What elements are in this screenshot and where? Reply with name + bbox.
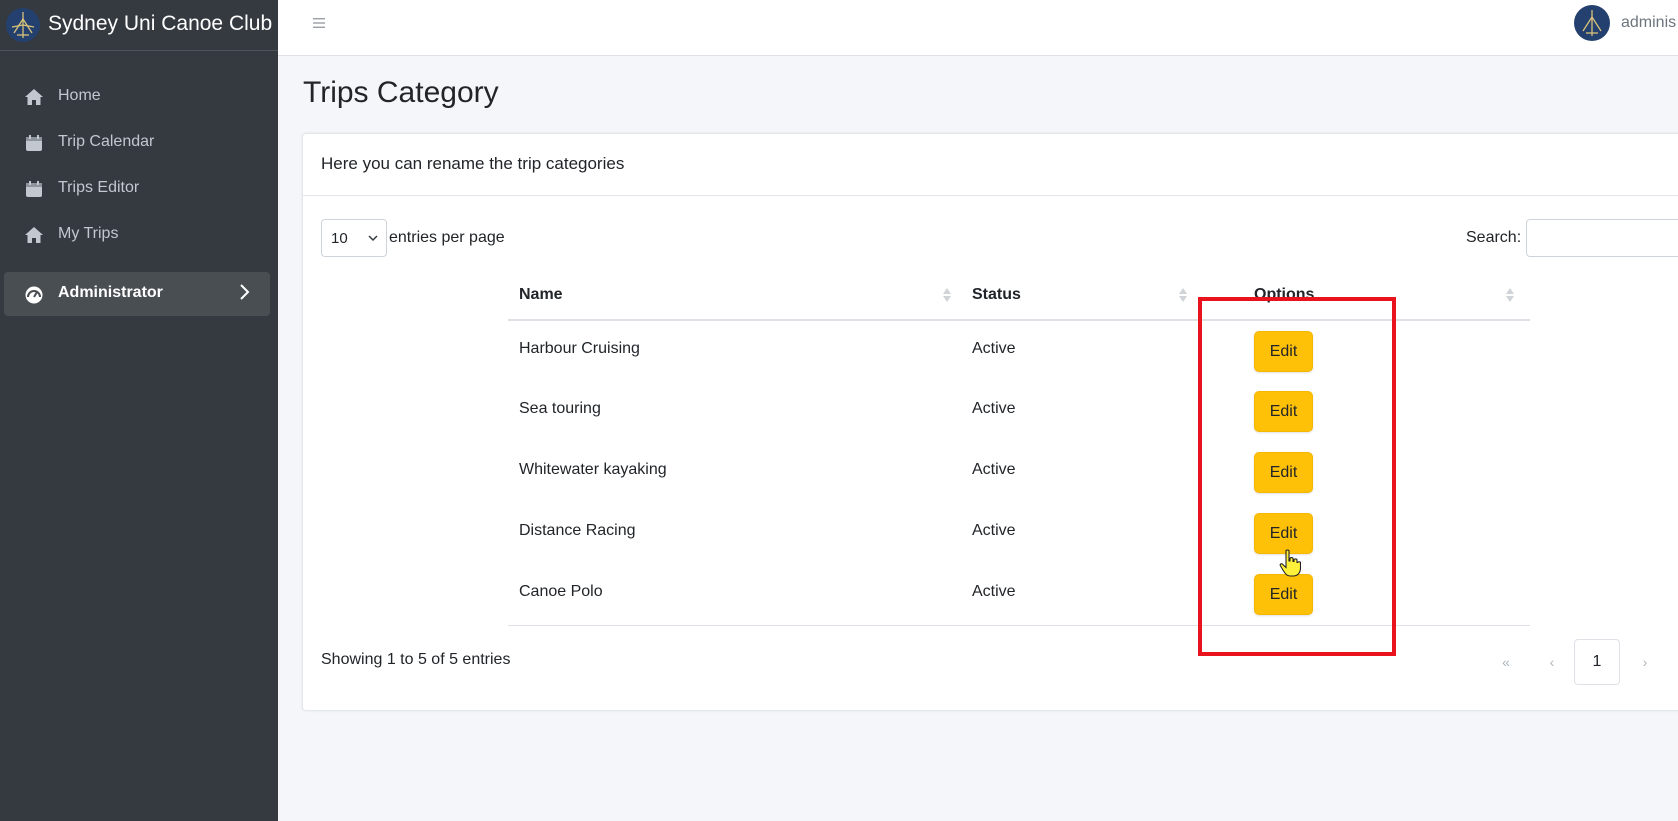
pagination-first[interactable]: «	[1496, 639, 1516, 685]
brand-link[interactable]: Sydney Uni Canoe Club	[0, 0, 278, 51]
edit-button[interactable]: Edit	[1254, 574, 1313, 615]
sidebar-item-trips-editor[interactable]: Trips Editor	[4, 167, 270, 211]
row-name: Canoe Polo	[519, 583, 603, 600]
calendar-icon	[26, 135, 42, 151]
sidebar-item-administrator[interactable]: Administrator	[4, 272, 270, 316]
edit-button[interactable]: Edit	[1254, 331, 1313, 372]
row-status: Active	[972, 461, 1016, 478]
search-label: Search:	[1466, 229, 1522, 246]
sidebar-item-label: Trips Editor	[58, 179, 140, 196]
home-icon	[25, 89, 43, 105]
sidebar: Sydney Uni Canoe Club Home Trip Calendar…	[0, 0, 278, 821]
chevron-down-icon	[368, 235, 378, 242]
sidebar-item-label: Administrator	[58, 284, 163, 301]
top-navbar: adminis	[278, 0, 1678, 56]
row-name: Distance Racing	[519, 522, 636, 539]
sidebar-item-label: My Trips	[58, 225, 119, 242]
table-header-divider	[508, 319, 1530, 321]
hamburger-icon[interactable]	[312, 16, 326, 30]
entries-per-page-value: 10	[331, 230, 348, 247]
entries-info: Showing 1 to 5 of 5 entries	[321, 651, 511, 668]
table-bottom-divider	[508, 625, 1530, 626]
edit-button[interactable]: Edit	[1254, 391, 1313, 432]
home-icon	[25, 227, 43, 243]
column-header-status[interactable]: Status	[972, 286, 1021, 304]
sidebar-item-trip-calendar[interactable]: Trip Calendar	[4, 121, 270, 165]
row-name: Harbour Cruising	[519, 340, 640, 357]
edit-button[interactable]: Edit	[1254, 452, 1313, 493]
sort-icon[interactable]	[1505, 286, 1515, 304]
row-status: Active	[972, 583, 1016, 600]
categories-card: Here you can rename the trip categories …	[302, 133, 1678, 711]
page-title: Trips Category	[303, 76, 499, 109]
edit-button[interactable]: Edit	[1254, 513, 1313, 554]
sidebar-item-label: Home	[58, 87, 101, 104]
pagination-next[interactable]: ›	[1635, 639, 1655, 685]
row-status: Active	[972, 340, 1016, 357]
sidebar-item-my-trips[interactable]: My Trips	[4, 213, 270, 257]
chevron-right-icon	[240, 284, 250, 300]
card-header: Here you can rename the trip categories	[303, 134, 1678, 196]
search-input[interactable]	[1526, 219, 1678, 257]
sidebar-item-home[interactable]: Home	[4, 75, 270, 119]
row-status: Active	[972, 522, 1016, 539]
user-name[interactable]: adminis	[1621, 14, 1676, 32]
row-status: Active	[972, 400, 1016, 417]
sort-icon[interactable]	[942, 286, 952, 304]
row-name: Sea touring	[519, 400, 601, 417]
canoe-club-logo-icon	[6, 8, 40, 42]
column-header-options[interactable]: Options	[1254, 286, 1314, 304]
row-name: Whitewater kayaking	[519, 461, 667, 478]
pagination-page-current[interactable]: 1	[1574, 639, 1620, 685]
entries-per-page-label: entries per page	[389, 229, 505, 246]
brand-name: Sydney Uni Canoe Club	[48, 12, 273, 35]
sidebar-item-label: Trip Calendar	[58, 133, 155, 150]
column-header-name[interactable]: Name	[519, 286, 563, 304]
avatar[interactable]	[1573, 4, 1611, 42]
card-header-text: Here you can rename the trip categories	[321, 154, 625, 173]
dashboard-gauge-icon	[25, 286, 43, 304]
calendar-icon	[26, 181, 42, 197]
entries-per-page-select[interactable]: 10	[321, 219, 387, 257]
sort-icon[interactable]	[1178, 286, 1188, 304]
pagination-prev[interactable]: ‹	[1542, 639, 1562, 685]
